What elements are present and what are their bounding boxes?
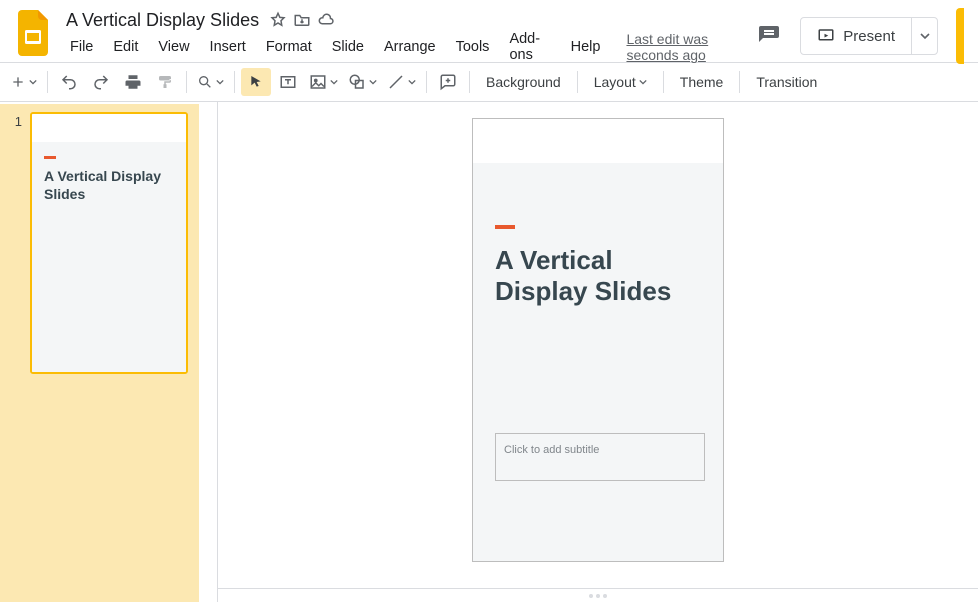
separator bbox=[186, 71, 187, 93]
zoom-button[interactable] bbox=[193, 68, 228, 96]
image-icon bbox=[309, 73, 327, 91]
chevron-down-icon bbox=[408, 78, 416, 86]
chevron-down-icon bbox=[216, 78, 224, 86]
chevron-down-icon bbox=[330, 78, 338, 86]
background-button[interactable]: Background bbox=[476, 68, 571, 96]
open-comments-button[interactable] bbox=[752, 19, 786, 53]
accent-bar bbox=[44, 156, 56, 159]
separator bbox=[426, 71, 427, 93]
separator bbox=[234, 71, 235, 93]
last-edit-link[interactable]: Last edit was seconds ago bbox=[626, 31, 752, 63]
comment-button[interactable] bbox=[433, 68, 463, 96]
zoom-icon bbox=[197, 74, 213, 90]
menu-addons[interactable]: Add-ons bbox=[501, 28, 558, 66]
present-dropdown[interactable] bbox=[911, 18, 937, 54]
slide-thumbnail-selected[interactable]: 1 A Vertical Display Slides bbox=[0, 104, 199, 602]
toolbar: Background Layout Theme Transition bbox=[0, 62, 978, 102]
plus-icon bbox=[10, 74, 26, 90]
separator bbox=[663, 71, 664, 93]
layout-button[interactable]: Layout bbox=[584, 68, 657, 96]
menu-arrange[interactable]: Arrange bbox=[376, 36, 444, 58]
present-button[interactable]: Present bbox=[801, 18, 911, 54]
slides-app-icon[interactable] bbox=[16, 8, 52, 56]
menu-format[interactable]: Format bbox=[258, 36, 320, 58]
line-icon bbox=[387, 73, 405, 91]
slide-thumbnail[interactable]: A Vertical Display Slides bbox=[30, 112, 188, 374]
undo-icon bbox=[60, 73, 78, 91]
menu-help[interactable]: Help bbox=[563, 36, 609, 58]
paint-format-button[interactable] bbox=[150, 68, 180, 96]
chevron-down-icon bbox=[639, 78, 647, 86]
menu-slide[interactable]: Slide bbox=[324, 36, 372, 58]
text-box-icon bbox=[279, 73, 297, 91]
filmstrip-panel: 1 A Vertical Display Slides bbox=[0, 102, 218, 602]
slide[interactable]: A Vertical Display Slides Click to add s… bbox=[472, 118, 724, 562]
separator bbox=[577, 71, 578, 93]
present-label: Present bbox=[843, 28, 895, 45]
textbox-tool[interactable] bbox=[273, 68, 303, 96]
separator bbox=[739, 71, 740, 93]
cursor-icon bbox=[248, 74, 264, 90]
chevron-down-icon bbox=[369, 78, 377, 86]
workspace: 1 A Vertical Display Slides A Vertical D… bbox=[0, 102, 978, 602]
menu-insert[interactable]: Insert bbox=[202, 36, 254, 58]
paint-roller-icon bbox=[156, 73, 174, 91]
chevron-down-icon bbox=[920, 31, 930, 41]
present-icon bbox=[817, 27, 835, 45]
subtitle-placeholder-box[interactable]: Click to add subtitle bbox=[495, 433, 705, 481]
theme-button[interactable]: Theme bbox=[670, 68, 734, 96]
menu-view[interactable]: View bbox=[150, 36, 197, 58]
cloud-status-icon[interactable] bbox=[317, 11, 335, 29]
separator bbox=[469, 71, 470, 93]
menu-edit[interactable]: Edit bbox=[105, 36, 146, 58]
new-slide-button[interactable] bbox=[6, 68, 41, 96]
menu-file[interactable]: File bbox=[62, 36, 101, 58]
document-title[interactable]: A Vertical Display Slides bbox=[62, 8, 263, 33]
print-button[interactable] bbox=[118, 68, 148, 96]
separator bbox=[47, 71, 48, 93]
undo-button[interactable] bbox=[54, 68, 84, 96]
present-button-group: Present bbox=[800, 17, 938, 55]
transition-button[interactable]: Transition bbox=[746, 68, 827, 96]
slide-title[interactable]: A Vertical Display Slides bbox=[495, 245, 701, 307]
shape-icon bbox=[348, 73, 366, 91]
subtitle-placeholder-text: Click to add subtitle bbox=[504, 444, 599, 456]
redo-icon bbox=[92, 73, 110, 91]
slide-number: 1 bbox=[0, 112, 30, 594]
slide-canvas[interactable]: A Vertical Display Slides Click to add s… bbox=[218, 102, 978, 602]
title-bar: A Vertical Display Slides File Edit View… bbox=[0, 0, 978, 62]
side-panel-toggle[interactable] bbox=[956, 8, 964, 64]
select-tool[interactable] bbox=[241, 68, 271, 96]
speaker-notes-handle[interactable] bbox=[218, 588, 978, 602]
accent-bar bbox=[495, 225, 515, 229]
print-icon bbox=[124, 73, 142, 91]
menu-bar: File Edit View Insert Format Slide Arran… bbox=[62, 34, 752, 60]
shape-tool[interactable] bbox=[344, 68, 381, 96]
line-tool[interactable] bbox=[383, 68, 420, 96]
move-icon[interactable] bbox=[293, 11, 311, 29]
chevron-down-icon bbox=[29, 78, 37, 86]
thumbnail-title: A Vertical Display Slides bbox=[44, 167, 174, 203]
menu-tools[interactable]: Tools bbox=[448, 36, 498, 58]
image-tool[interactable] bbox=[305, 68, 342, 96]
redo-button[interactable] bbox=[86, 68, 116, 96]
star-icon[interactable] bbox=[269, 11, 287, 29]
comment-icon bbox=[439, 73, 457, 91]
